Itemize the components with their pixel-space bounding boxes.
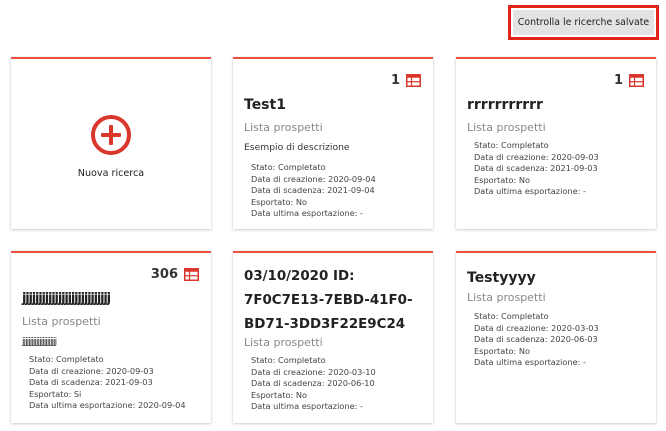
new-search-card[interactable]: Nuova ricerca (11, 57, 211, 229)
search-card-id-7f0c7e13[interactable]: 03/10/2020 ID: 7F0C7E13-7EBD-41F0- BD71-… (233, 251, 433, 423)
search-meta: Stato: Completato Data di creazione: 202… (474, 140, 599, 197)
plus-circle-icon[interactable] (91, 115, 131, 155)
search-description: jjjjjjjjjjjjjjjjjjjjjj (22, 336, 57, 347)
result-count-value: 1 (613, 73, 623, 88)
search-subtitle: Lista prospetti (467, 121, 546, 134)
table-icon[interactable] (406, 74, 421, 87)
search-card-test1[interactable]: 1 Test1 Lista prospetti Esempio di descr… (233, 57, 433, 229)
result-count: 1 (391, 73, 421, 88)
search-description: Esempio di descrizione (244, 142, 350, 153)
search-meta: Stato: Completato Data di creazione: 202… (29, 354, 186, 411)
search-subtitle: Lista prospetti (244, 121, 323, 134)
result-count: 306 (151, 267, 199, 282)
search-card-testyyyy[interactable]: Testyyyy Lista prospetti Stato: Completa… (456, 251, 656, 423)
search-card-jjjj[interactable]: 306 jjjjjjjjjjjjjjjjjjjjjjjjjjj Lista pr… (11, 251, 211, 423)
search-title: Test1 (244, 97, 286, 113)
result-count-value: 1 (390, 73, 400, 88)
search-meta: Stato: Completato Data di creazione: 202… (474, 311, 599, 368)
search-subtitle: Lista prospetti (467, 291, 546, 304)
saved-searches-highlight: Controlla le ricerche salvate (508, 5, 659, 40)
result-count-value: 306 (150, 267, 178, 282)
search-title: rrrrrrrrrrr (467, 97, 543, 113)
table-icon[interactable] (629, 74, 644, 87)
search-subtitle: Lista prospetti (244, 336, 323, 349)
search-meta: Stato: Completato Data di creazione: 202… (251, 162, 376, 219)
new-search-label: Nuova ricerca (77, 168, 145, 179)
result-count: 1 (614, 73, 644, 88)
search-title: Testyyyy (467, 270, 536, 286)
saved-searches-button[interactable]: Controlla le ricerche salvate (513, 10, 654, 35)
search-title: jjjjjjjjjjjjjjjjjjjjjjjjjjj (22, 291, 111, 306)
search-meta: Stato: Completato Data di creazione: 202… (251, 355, 376, 412)
search-title: 03/10/2020 ID: 7F0C7E13-7EBD-41F0- BD71-… (244, 269, 413, 332)
search-card-rrrrrrrrrrr[interactable]: 1 rrrrrrrrrrr Lista prospetti Stato: Com… (456, 57, 656, 229)
search-subtitle: Lista prospetti (22, 315, 101, 328)
table-icon[interactable] (184, 268, 199, 281)
